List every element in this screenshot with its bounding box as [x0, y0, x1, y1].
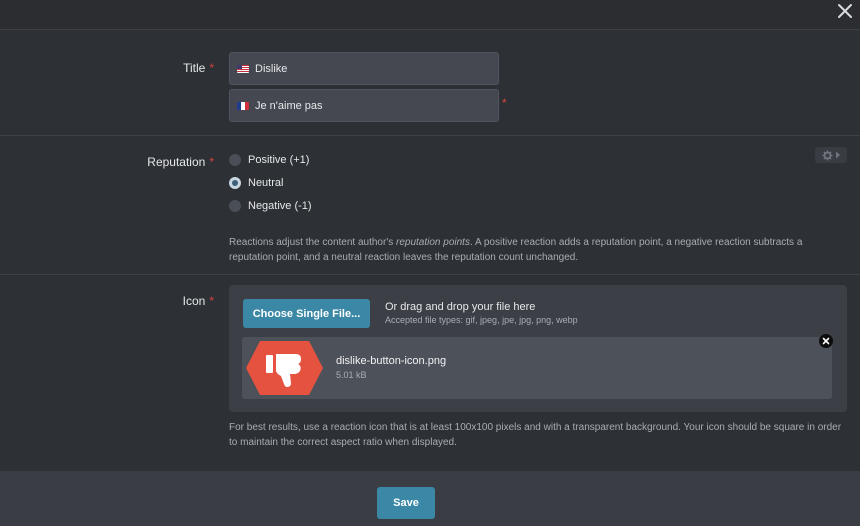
title-input-fr[interactable]: Je n'aime pas: [229, 89, 499, 122]
icon-help-text: For best results, use a reaction icon th…: [229, 422, 842, 448]
reputation-help-text: Reactions adjust the content author's re…: [229, 237, 803, 263]
accepted-file-types: Accepted file types: gif, jpeg, jpe, jpg…: [385, 315, 578, 325]
radio-button[interactable]: [229, 200, 241, 212]
icon-label: Icon *: [182, 294, 214, 308]
settings-menu-button[interactable]: [815, 147, 847, 163]
choose-file-button[interactable]: Choose Single File...: [243, 299, 370, 328]
required-asterisk: *: [502, 96, 507, 110]
radio-positive[interactable]: Positive (+1): [229, 154, 309, 166]
us-flag-icon: [237, 64, 249, 73]
save-button[interactable]: Save: [377, 487, 435, 519]
file-upload-area[interactable]: Choose Single File... Or drag and drop y…: [229, 285, 847, 412]
remove-file-button[interactable]: [819, 334, 833, 348]
close-icon: [838, 4, 852, 18]
fr-flag-icon: [237, 101, 249, 110]
radio-positive-label: Positive (+1): [248, 154, 310, 166]
close-button[interactable]: [834, 0, 856, 22]
reputation-label: Reputation *: [147, 155, 214, 169]
radio-neutral-label: Neutral: [248, 177, 284, 189]
radio-button-selected[interactable]: [229, 177, 241, 189]
title-fr-value: Je n'aime pas: [255, 99, 323, 112]
close-icon: [822, 337, 830, 345]
title-label: Title *: [183, 61, 214, 75]
file-size: 5.01 kB: [336, 370, 367, 380]
thumbs-down-icon: [246, 341, 323, 395]
uploaded-file-card: dislike-button-icon.png 5.01 kB: [242, 337, 832, 399]
title-section: Title * Dislike Je n'aime pas *: [0, 30, 860, 136]
chevron-right-icon: [835, 151, 840, 159]
reputation-section: Reputation * Positive (+1) Neutral Negati…: [0, 136, 860, 275]
radio-neutral[interactable]: Neutral: [229, 177, 283, 189]
form-footer: Save: [0, 471, 860, 526]
radio-negative-label: Negative (-1): [248, 200, 312, 212]
top-bar: [0, 0, 860, 30]
file-name: dislike-button-icon.png: [336, 355, 447, 367]
title-input-en[interactable]: Dislike: [229, 52, 499, 85]
drop-zone-title: Or drag and drop your file here: [385, 301, 536, 313]
title-en-value: Dislike: [255, 62, 288, 75]
radio-button[interactable]: [229, 154, 241, 166]
gear-icon: [821, 149, 833, 161]
radio-negative[interactable]: Negative (-1): [229, 200, 312, 212]
